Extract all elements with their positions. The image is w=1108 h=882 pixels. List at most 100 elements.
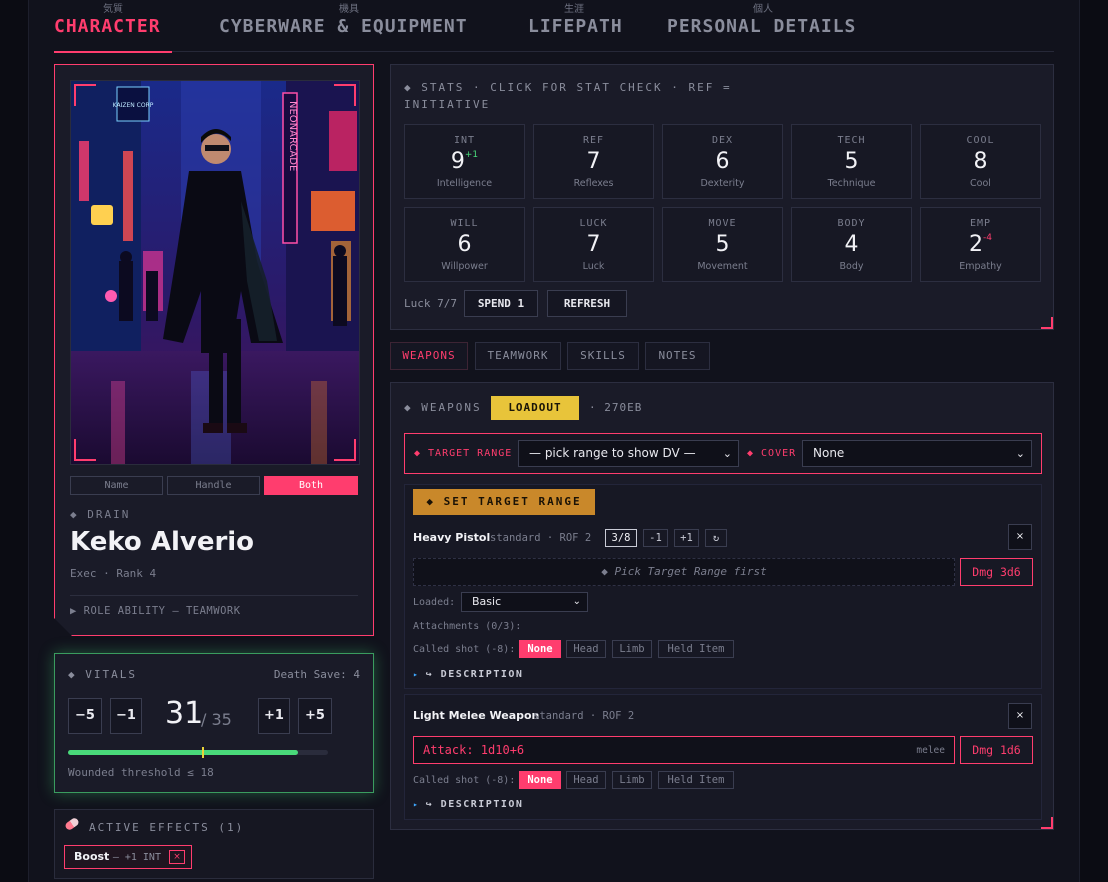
attack-type: melee: [916, 745, 945, 756]
stat-luck-cell[interactable]: LUCK 7 Luck: [533, 207, 654, 282]
effect-name: Boost: [74, 850, 110, 863]
tab-notes[interactable]: NOTES: [645, 342, 710, 370]
called-shot-limb[interactable]: Limb: [612, 640, 652, 658]
caret-right-icon: ▸: [413, 800, 426, 809]
character-card: KAIZEN CORP NEONARCADE Name Handle Both …: [54, 64, 374, 636]
tab-weapons[interactable]: WEAPONS: [390, 342, 468, 370]
hp-plus-5-button[interactable]: +5: [298, 698, 332, 734]
refresh-luck-button[interactable]: REFRESH: [547, 290, 627, 317]
cover-value: None: [813, 446, 845, 460]
hp-minus-5-button[interactable]: −5: [68, 698, 102, 734]
attack-roll-button[interactable]: Attack: 1d10+6 melee: [413, 736, 955, 764]
description-toggle[interactable]: ▸ ↪ DESCRIPTION: [413, 799, 523, 810]
stat-number: 5: [715, 232, 730, 257]
stat-full-name: Body: [839, 261, 864, 272]
stat-value: 8: [921, 149, 1040, 174]
stat-full-name: Movement: [697, 261, 748, 272]
hp-minus-1-button[interactable]: −1: [110, 698, 142, 734]
sign-neonarcade: NEONARCADE: [287, 101, 298, 171]
stat-value: 6: [405, 232, 524, 257]
panel-corner: [1041, 317, 1053, 329]
stats-title: ◆ STATS · CLICK FOR STAT CHECK · REF = I…: [404, 81, 732, 111]
stat-move-cell[interactable]: MOVE 5 Movement: [662, 207, 783, 282]
stat-body-cell[interactable]: BODY 4 Body: [791, 207, 912, 282]
called-shot-head[interactable]: Head: [566, 640, 606, 658]
remove-effect-button[interactable]: ×: [169, 850, 185, 864]
active-effects-panel: ACTIVE EFFECTS (1) Boost — +1 INT ×: [54, 809, 374, 879]
damage-roll-button[interactable]: Dmg 3d6: [960, 558, 1033, 586]
stat-abbr: WILL: [450, 218, 479, 229]
target-range-label: ◆ TARGET RANGE: [414, 448, 513, 459]
called-shot-none[interactable]: None: [519, 640, 561, 658]
stat-emp-cell[interactable]: EMP 2-4 Empathy: [920, 207, 1041, 282]
tab-character[interactable]: 気質 CHARACTER: [54, 0, 172, 53]
stat-modifier: -4: [983, 233, 992, 243]
name-mode-handle-button[interactable]: Handle: [167, 476, 260, 495]
ammo-type-value: Basic: [472, 595, 502, 608]
set-target-range-button[interactable]: ◆ SET TARGET RANGE: [413, 489, 595, 515]
stat-value: 6: [663, 149, 782, 174]
name-mode-toggle: Name Handle Both: [70, 476, 360, 496]
stat-cool-cell[interactable]: COOL 8 Cool: [920, 124, 1041, 199]
loadout-button[interactable]: LOADOUT: [491, 396, 579, 420]
pill-icon: [63, 816, 81, 832]
stat-int-cell[interactable]: INT 9+1 Intelligence: [404, 124, 525, 199]
tab-cyberware-equipment[interactable]: 機具 CYBERWARE & EQUIPMENT: [219, 0, 479, 52]
target-range-value: — pick range to show DV —: [529, 446, 696, 460]
hp-current: 31: [165, 696, 204, 731]
called-shot-limb[interactable]: Limb: [612, 771, 652, 789]
stat-dex-cell[interactable]: DEX 6 Dexterity: [662, 124, 783, 199]
target-range-select[interactable]: — pick range to show DV — ⌄: [518, 440, 739, 467]
chevron-down-icon: ⌄: [722, 447, 732, 460]
stat-tech-cell[interactable]: TECH 5 Technique: [791, 124, 912, 199]
tab-lifepath[interactable]: 生涯 LIFEPATH: [528, 0, 622, 52]
tab-kanji: 生涯: [564, 4, 584, 15]
stat-value: 4: [792, 232, 911, 257]
stat-number: 6: [457, 232, 472, 257]
description-toggle[interactable]: ▸ ↪ DESCRIPTION: [413, 669, 523, 680]
stat-value: 9+1: [405, 149, 524, 174]
ammo-plus-button[interactable]: +1: [674, 529, 699, 547]
ammo-minus-button[interactable]: -1: [643, 529, 668, 547]
stat-ref-cell[interactable]: REF 7 Reflexes: [533, 124, 654, 199]
damage-roll-button[interactable]: Dmg 1d6: [960, 736, 1033, 764]
luck-counter: Luck 7/7: [404, 297, 457, 310]
weapon-card-heavy-pistol: ◆ SET TARGET RANGE Heavy Pistol standard…: [404, 484, 1042, 689]
caret-right-icon: ▸: [413, 670, 426, 679]
name-mode-both-button[interactable]: Both: [264, 476, 358, 495]
name-mode-name-button[interactable]: Name: [70, 476, 163, 495]
hp-plus-1-button[interactable]: +1: [258, 698, 290, 734]
called-shot-label: Called shot (-8):: [413, 775, 516, 786]
tab-label: PERSONAL DETAILS: [667, 16, 857, 37]
stat-value: 5: [663, 232, 782, 257]
divider: [70, 595, 358, 596]
tab-skills[interactable]: SKILLS: [567, 342, 639, 370]
reload-icon[interactable]: ↻: [705, 529, 727, 547]
ammo-type-select[interactable]: Basic ⌄: [461, 592, 588, 612]
weapon-card-light-melee: Light Melee Weapon standard · ROF 2 × At…: [404, 694, 1042, 820]
called-shot-head[interactable]: Head: [566, 771, 606, 789]
hp-bar: [68, 747, 328, 758]
remove-weapon-button[interactable]: ×: [1008, 524, 1032, 550]
called-shot-held-item[interactable]: Held Item: [658, 640, 734, 658]
description-label: ↪ DESCRIPTION: [425, 669, 524, 680]
stat-full-name: Empathy: [959, 261, 1002, 272]
tab-personal-details[interactable]: 個人 PERSONAL DETAILS: [667, 0, 859, 52]
cover-select[interactable]: None ⌄: [802, 440, 1032, 467]
called-shot-none[interactable]: None: [519, 771, 561, 789]
hp-max: / 35: [201, 710, 232, 729]
character-name: Keko Alverio: [70, 527, 255, 557]
character-portrait[interactable]: KAIZEN CORP NEONARCADE: [70, 80, 360, 465]
effect-detail: — +1 INT: [112, 852, 161, 863]
stat-will-cell[interactable]: WILL 6 Willpower: [404, 207, 525, 282]
remove-weapon-button[interactable]: ×: [1008, 703, 1032, 729]
death-save: Death Save: 4: [273, 668, 360, 681]
spend-luck-button[interactable]: SPEND 1: [464, 290, 538, 317]
tab-teamwork[interactable]: TEAMWORK: [475, 342, 561, 370]
ammo-count: 3/8: [605, 529, 637, 547]
role-ability-toggle[interactable]: ▶ ROLE ABILITY — TEAMWORK: [70, 605, 241, 617]
stat-abbr: MOVE: [708, 218, 737, 229]
stat-full-name: Dexterity: [700, 178, 745, 189]
stats-panel: ◆ STATS · CLICK FOR STAT CHECK · REF = I…: [390, 64, 1054, 330]
called-shot-held-item[interactable]: Held Item: [658, 771, 734, 789]
